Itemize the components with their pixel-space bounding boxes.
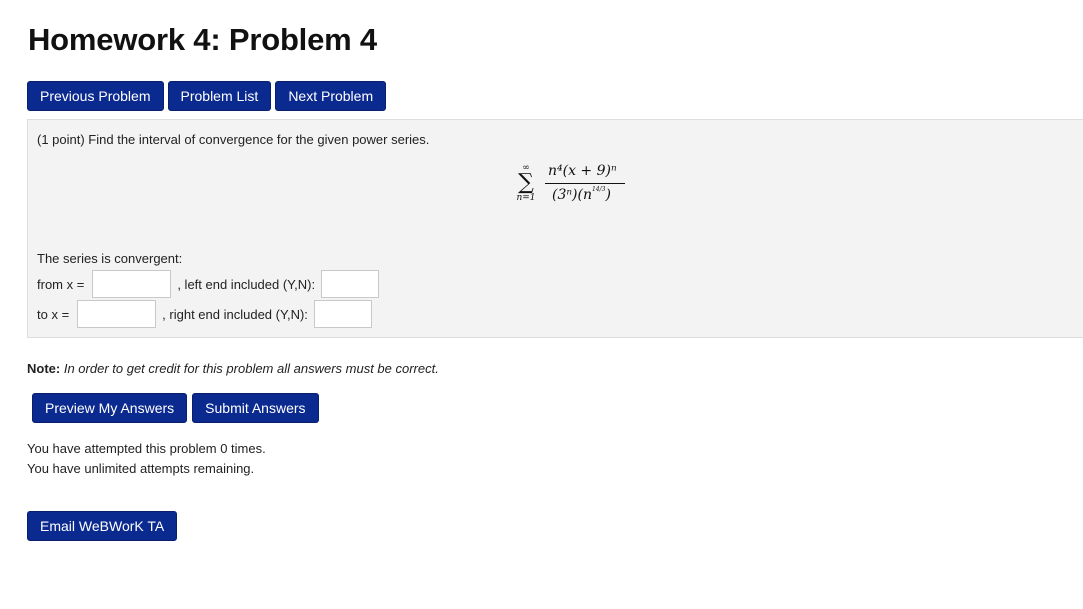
summation-symbol: ∞ ∑ n=1 xyxy=(514,164,538,204)
problem-navigation: Previous Problem Problem List Next Probl… xyxy=(27,81,387,111)
formula-numerator: n⁴(x + 9)ⁿ xyxy=(548,163,617,179)
sigma-icon: ∑ xyxy=(518,170,534,195)
previous-problem-button[interactable]: Previous Problem xyxy=(27,81,164,111)
power-series-formula: ∞ ∑ n=1 n⁴(x + 9)ⁿ (3ⁿ)(n14/3) xyxy=(514,160,634,218)
left-end-label: , left end included (Y,N): xyxy=(177,276,316,292)
exponent-fraction: 14/3 xyxy=(591,186,606,193)
note-text: In order to get credit for this problem … xyxy=(63,361,439,376)
to-x-input[interactable] xyxy=(77,300,157,328)
formula-denominator: (3ⁿ)(n14/3) xyxy=(552,186,611,204)
sum-lower-limit: n=1 xyxy=(516,193,536,203)
problem-prompt: (1 point) Find the interval of convergen… xyxy=(37,132,430,147)
left-endpoint-row: from x = , left end included (Y,N): xyxy=(37,270,385,298)
submit-answers-button[interactable]: Submit Answers xyxy=(192,393,319,423)
fraction-bar xyxy=(545,183,625,184)
right-end-label: , right end included (Y,N): xyxy=(162,306,308,322)
preview-answers-button[interactable]: Preview My Answers xyxy=(32,393,188,423)
from-x-input[interactable] xyxy=(92,270,172,298)
next-problem-button[interactable]: Next Problem xyxy=(275,81,387,111)
credit-note: Note: In order to get credit for this pr… xyxy=(27,361,439,376)
answer-actions: Preview My Answers Submit Answers xyxy=(32,393,319,423)
email-ta-button[interactable]: Email WeBWorK TA xyxy=(27,511,178,541)
from-label: from x = xyxy=(37,276,85,292)
problem-panel: (1 point) Find the interval of convergen… xyxy=(27,119,1083,338)
problem-list-button[interactable]: Problem List xyxy=(167,81,272,111)
right-end-included-input[interactable] xyxy=(313,300,372,328)
remaining-text: You have unlimited attempts remaining. xyxy=(27,461,255,476)
attempts-text: You have attempted this problem 0 times. xyxy=(27,441,266,456)
right-endpoint-row: to x = , right end included (Y,N): xyxy=(37,300,378,328)
to-label: to x = xyxy=(37,306,70,322)
denominator-left: (3ⁿ)(n xyxy=(552,187,592,203)
attempt-status: You have attempted this problem 0 times.… xyxy=(27,439,266,479)
note-label: Note: xyxy=(27,361,61,376)
denominator-right: ) xyxy=(605,187,611,203)
convergent-label: The series is convergent: xyxy=(37,251,183,266)
page-title: Homework 4: Problem 4 xyxy=(28,22,377,57)
left-end-included-input[interactable] xyxy=(321,270,380,298)
